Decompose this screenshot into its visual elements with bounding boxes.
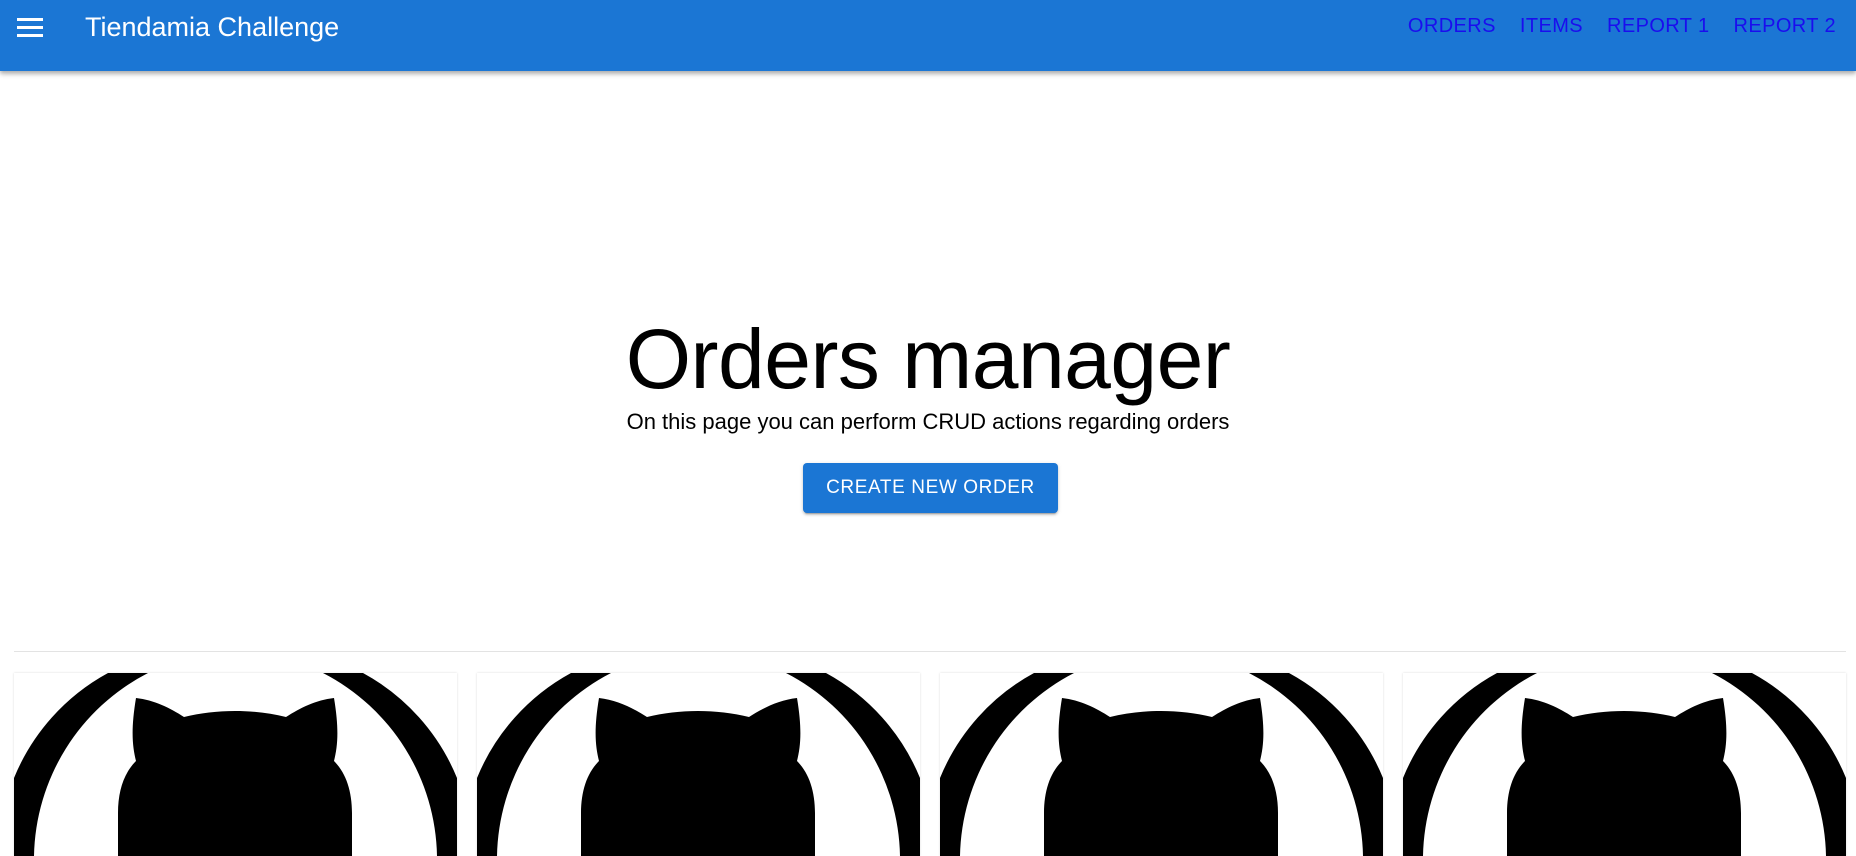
app-title: Tiendamia Challenge bbox=[85, 12, 340, 42]
menu-line bbox=[17, 25, 43, 29]
page-subtitle: On this page you can perform CRUD action… bbox=[626, 409, 1230, 434]
hero-section: Orders manager On this page you can perf… bbox=[0, 71, 1856, 651]
github-octocat-icon bbox=[477, 673, 920, 856]
card[interactable] bbox=[940, 673, 1383, 856]
nav-report-1-link[interactable]: REPORT 1 bbox=[1607, 13, 1710, 39]
card[interactable] bbox=[1403, 673, 1846, 856]
card-grid bbox=[14, 673, 1846, 856]
github-octocat-icon bbox=[940, 673, 1383, 856]
nav-orders-link[interactable]: ORDERS bbox=[1408, 13, 1496, 39]
create-new-order-button[interactable]: CREATE NEW ORDER bbox=[803, 463, 1058, 513]
nav-items-link[interactable]: ITEMS bbox=[1520, 13, 1583, 39]
card[interactable] bbox=[477, 673, 920, 856]
top-nav: ORDERS ITEMS REPORT 1 REPORT 2 bbox=[1408, 13, 1836, 39]
card[interactable] bbox=[14, 673, 457, 856]
app-bar: Tiendamia Challenge ORDERS ITEMS REPORT … bbox=[0, 0, 1856, 71]
github-octocat-icon bbox=[14, 673, 457, 856]
divider bbox=[14, 651, 1846, 652]
page-title: Orders manager bbox=[625, 312, 1231, 406]
nav-report-2-link[interactable]: REPORT 2 bbox=[1734, 13, 1837, 39]
github-octocat-icon bbox=[1403, 673, 1846, 856]
menu-line bbox=[17, 17, 43, 21]
menu-icon[interactable] bbox=[14, 13, 46, 41]
menu-line bbox=[17, 33, 43, 37]
